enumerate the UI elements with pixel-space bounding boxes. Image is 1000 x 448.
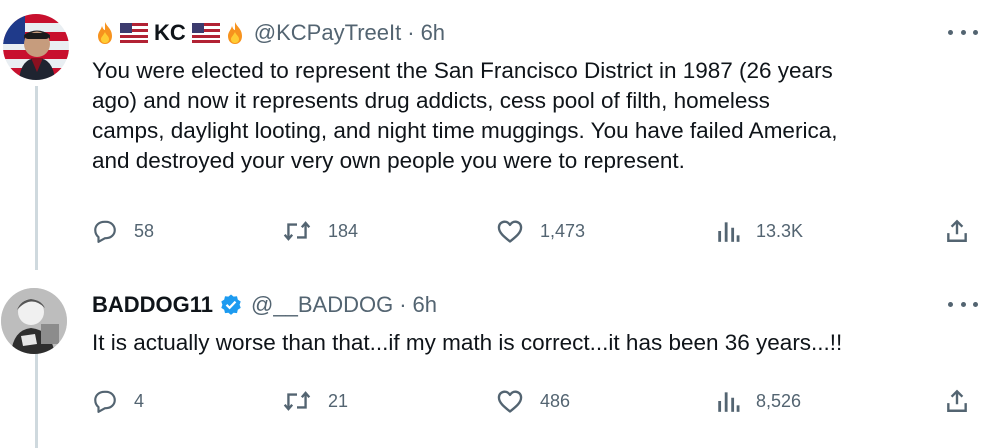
tweet-text: It is actually worse than that...if my m…: [92, 328, 977, 358]
retweet-icon: [283, 221, 311, 241]
separator-dot: ·: [399, 292, 407, 317]
tweet-kc[interactable]: KC @KCPayTreeIt · 6h You were elected to…: [0, 0, 1000, 270]
reply-icon: [94, 220, 116, 243]
timestamp[interactable]: 6h: [421, 20, 445, 46]
like-count: 486: [540, 390, 571, 411]
timestamp[interactable]: 6h: [413, 292, 437, 318]
handle[interactable]: @__BADDOG: [251, 292, 393, 318]
retweet-count: 21: [328, 390, 349, 411]
display-name[interactable]: BADDOG11: [92, 292, 213, 318]
share-icon: [947, 219, 967, 242]
thread-line: [35, 86, 38, 270]
fire-emoji: [224, 21, 246, 45]
retweet-button[interactable]: 21: [282, 386, 348, 416]
views-count: 13.3K: [756, 220, 804, 241]
reply-icon: [94, 390, 116, 413]
like-button[interactable]: 486: [496, 386, 570, 416]
verified-badge-icon: [219, 293, 243, 317]
views-icon: [718, 222, 740, 242]
views-count: 8,526: [756, 390, 802, 411]
like-count: 1,473: [540, 220, 586, 241]
separator-dot: ·: [407, 20, 415, 45]
tweet-text-line: camps, daylight looting, and night time …: [92, 118, 838, 143]
share-button[interactable]: [944, 386, 970, 416]
us-flag-emoji: [120, 23, 148, 43]
retweet-icon: [283, 391, 311, 411]
retweet-count: 184: [328, 220, 359, 241]
action-bar: 58 184 1,473 13.3K: [92, 216, 980, 246]
more-icon[interactable]: [948, 22, 978, 42]
more-icon[interactable]: [948, 294, 978, 314]
tweet-header: KC @KCPayTreeIt · 6h: [92, 16, 445, 50]
reply-button[interactable]: 58: [92, 216, 154, 246]
tweet-text-line: You were elected to represent the San Fr…: [92, 58, 833, 83]
like-button[interactable]: 1,473: [496, 216, 585, 246]
reply-button[interactable]: 4: [92, 386, 144, 416]
like-icon: [497, 390, 523, 413]
tweet-text-line: and destroyed your very own people you w…: [92, 148, 685, 173]
share-icon: [947, 389, 967, 412]
tweet-baddog[interactable]: BADDOG11 @__BADDOG · 6h It is actually w…: [0, 270, 1000, 448]
fire-emoji: [94, 21, 116, 45]
views-button[interactable]: 8,526: [716, 386, 801, 416]
reply-count: 4: [134, 390, 145, 411]
handle[interactable]: @KCPayTreeIt: [254, 20, 401, 46]
views-icon: [718, 392, 740, 412]
avatar-baddog[interactable]: [1, 288, 67, 354]
like-icon: [497, 220, 523, 243]
us-flag-emoji: [191, 23, 220, 43]
tweet-text: You were elected to represent the San Fr…: [92, 56, 977, 176]
thread-line: [35, 354, 38, 448]
tweet-text-line: ago) and now it represents drug addicts,…: [92, 88, 770, 113]
action-bar: 4 21 486 8,526: [92, 386, 980, 416]
avatar-kc[interactable]: [3, 14, 69, 80]
tweet-header: BADDOG11 @__BADDOG · 6h: [92, 288, 437, 322]
retweet-button[interactable]: 184: [282, 216, 358, 246]
tweet-text-line: It is actually worse than that...if my m…: [92, 330, 843, 355]
display-name[interactable]: KC: [154, 20, 186, 46]
views-button[interactable]: 13.3K: [716, 216, 803, 246]
reply-count: 58: [134, 220, 155, 241]
share-button[interactable]: [944, 216, 970, 246]
